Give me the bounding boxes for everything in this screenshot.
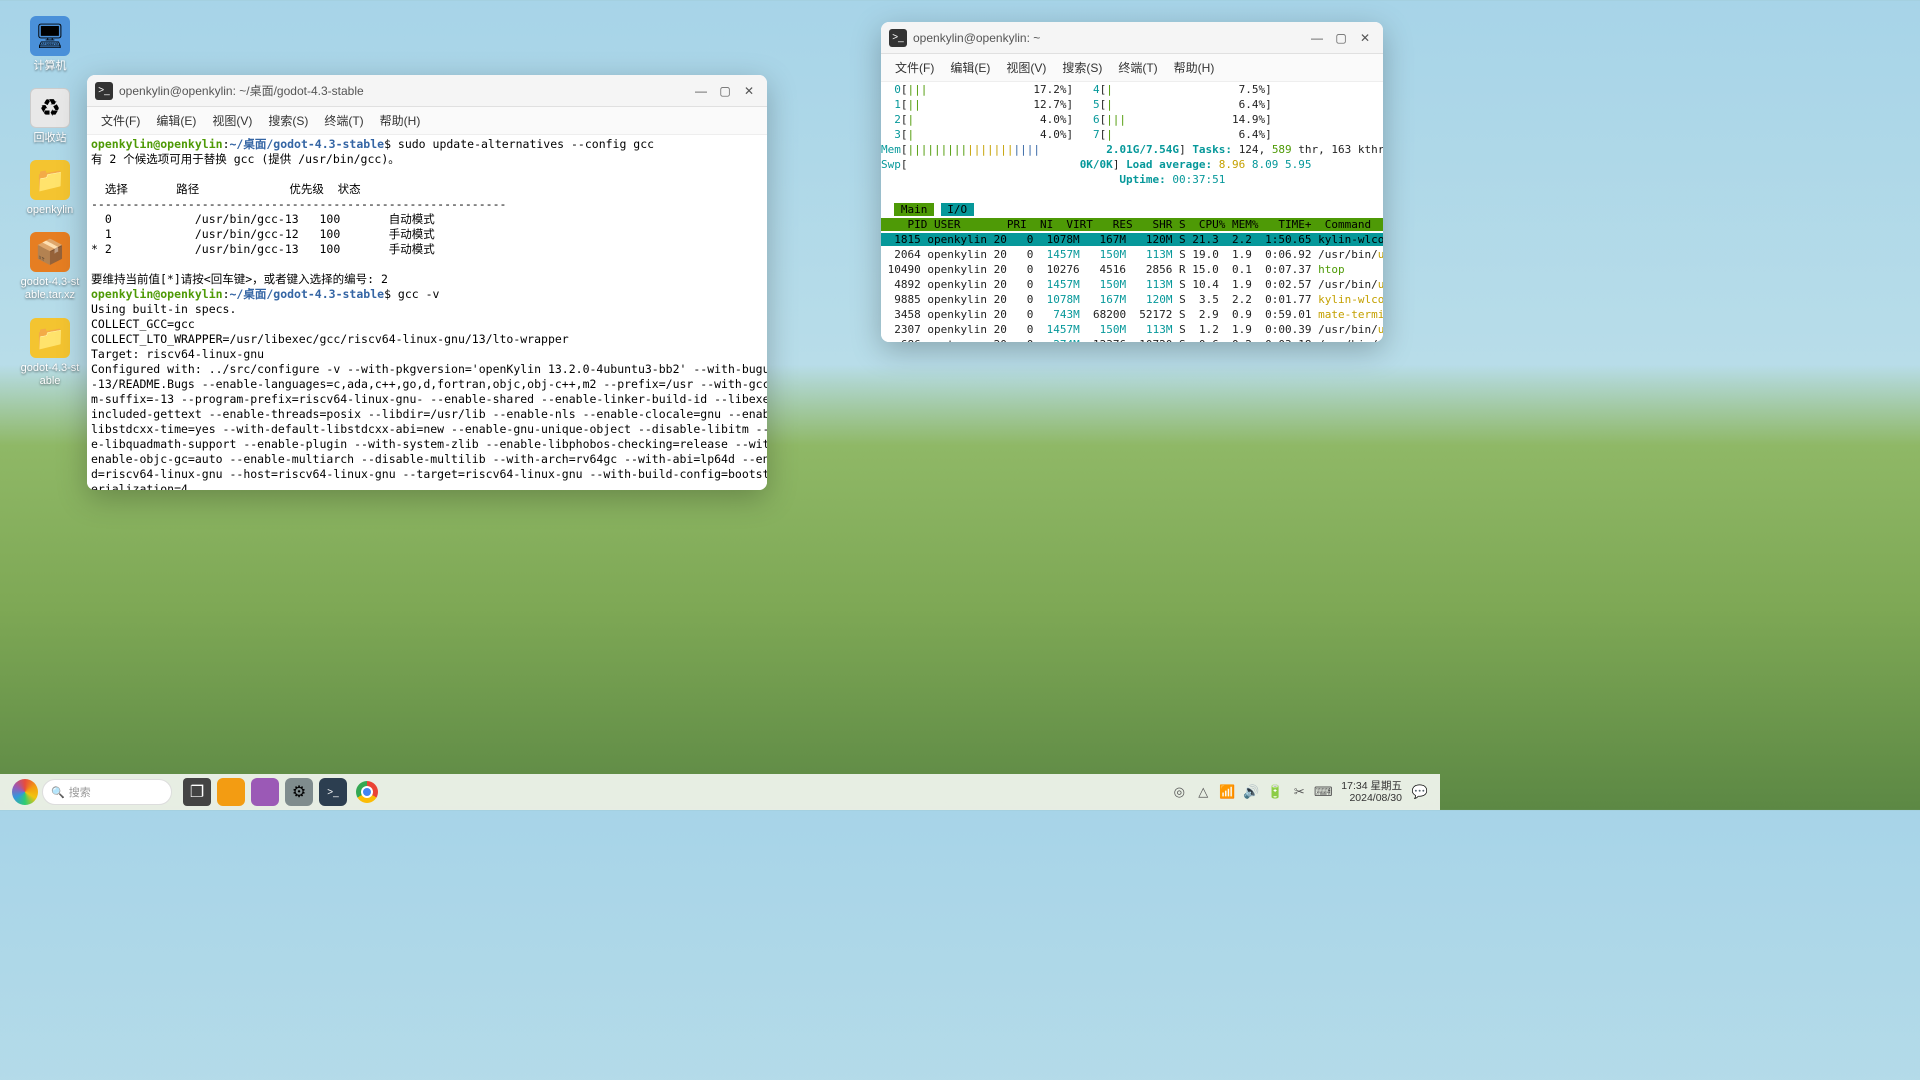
window-title: openkylin@openkylin: ~/桌面/godot-4.3-stab… (119, 82, 687, 99)
menu-view[interactable]: 视图(V) (204, 109, 260, 132)
desktop-icon-computer[interactable]: 🖥 计算机 (18, 16, 82, 73)
menu-search[interactable]: 搜索(S) (260, 109, 316, 132)
search-input[interactable]: 🔍 搜索 (42, 779, 172, 805)
folder-icon: 📁 (30, 160, 70, 200)
menu-terminal[interactable]: 终端(T) (316, 109, 371, 132)
terminal-icon: >_ (95, 82, 113, 100)
close-button[interactable]: ✕ (1355, 28, 1375, 48)
desktop-icon-home[interactable]: 📁 openkylin (18, 160, 82, 217)
terminal-window-gcc[interactable]: >_ openkylin@openkylin: ~/桌面/godot-4.3-s… (87, 75, 767, 490)
search-icon: 🔍 (51, 786, 65, 799)
menu-search[interactable]: 搜索(S) (1054, 56, 1110, 79)
tray-keyboard-icon[interactable]: ⌨ (1314, 783, 1332, 801)
taskbar-app-terminal[interactable]: >_ (319, 778, 347, 806)
tray-wifi-icon[interactable]: 📶 (1218, 783, 1236, 801)
terminal-output[interactable]: openkylin@openkylin:~/桌面/godot-4.3-stabl… (87, 135, 767, 490)
taskbar-app-1[interactable] (217, 778, 245, 806)
menu-view[interactable]: 视图(V) (998, 56, 1054, 79)
titlebar[interactable]: >_ openkylin@openkylin: ~ — ▢ ✕ (881, 22, 1383, 54)
tray-icon[interactable]: ✂ (1290, 783, 1308, 801)
trash-icon: ♻ (30, 88, 70, 128)
tray-battery-icon[interactable]: 🔋 (1266, 783, 1284, 801)
menu-help[interactable]: 帮助(H) (1166, 56, 1223, 79)
tray-icon[interactable]: ◎ (1170, 783, 1188, 801)
menu-file[interactable]: 文件(F) (93, 109, 148, 132)
maximize-button[interactable]: ▢ (1331, 28, 1351, 48)
desktop-icon-archive[interactable]: 📦 godot-4.3-stable.tar.xz (18, 232, 82, 302)
taskbar-app-chrome[interactable] (353, 778, 381, 806)
minimize-button[interactable]: — (691, 81, 711, 101)
desktop-icon-trash[interactable]: ♻ 回收站 (18, 88, 82, 145)
close-button[interactable]: ✕ (739, 81, 759, 101)
tray-icon[interactable]: △ (1194, 783, 1212, 801)
menubar: 文件(F) 编辑(E) 视图(V) 搜索(S) 终端(T) 帮助(H) (87, 107, 767, 135)
tray-notification-icon[interactable]: 💬 (1411, 783, 1429, 801)
menu-terminal[interactable]: 终端(T) (1110, 56, 1165, 79)
menu-help[interactable]: 帮助(H) (372, 109, 429, 132)
tray-volume-icon[interactable]: 🔊 (1242, 783, 1260, 801)
taskbar-app-2[interactable] (251, 778, 279, 806)
menu-edit[interactable]: 编辑(E) (942, 56, 998, 79)
terminal-icon: >_ (889, 29, 907, 47)
terminal-window-htop[interactable]: >_ openkylin@openkylin: ~ — ▢ ✕ 文件(F) 编辑… (881, 22, 1383, 342)
archive-icon: 📦 (30, 232, 70, 272)
menu-file[interactable]: 文件(F) (887, 56, 942, 79)
task-view-button[interactable]: ❐ (183, 778, 211, 806)
titlebar[interactable]: >_ openkylin@openkylin: ~/桌面/godot-4.3-s… (87, 75, 767, 107)
menubar: 文件(F) 编辑(E) 视图(V) 搜索(S) 终端(T) 帮助(H) (881, 54, 1383, 82)
minimize-button[interactable]: — (1307, 28, 1327, 48)
taskbar-clock[interactable]: 17:34 星期五 2024/08/30 (1341, 780, 1402, 804)
menu-edit[interactable]: 编辑(E) (148, 109, 204, 132)
htop-output[interactable]: 0[||| 17.2%] 4[| 7.5%] 1[|| 12.7%] 5[| 6… (881, 82, 1383, 342)
computer-icon: 🖥 (30, 16, 70, 56)
folder-icon: 📁 (30, 318, 70, 358)
start-button[interactable] (11, 778, 39, 806)
window-title: openkylin@openkylin: ~ (913, 31, 1303, 45)
desktop-icon-folder[interactable]: 📁 godot-4.3-stable (18, 318, 82, 388)
taskbar-app-settings[interactable]: ⚙ (285, 778, 313, 806)
taskbar: 🔍 搜索 ❐ ⚙ >_ ◎ △ 📶 🔊 🔋 ✂ ⌨ 17:34 星期五 2024… (0, 774, 1440, 810)
maximize-button[interactable]: ▢ (715, 81, 735, 101)
